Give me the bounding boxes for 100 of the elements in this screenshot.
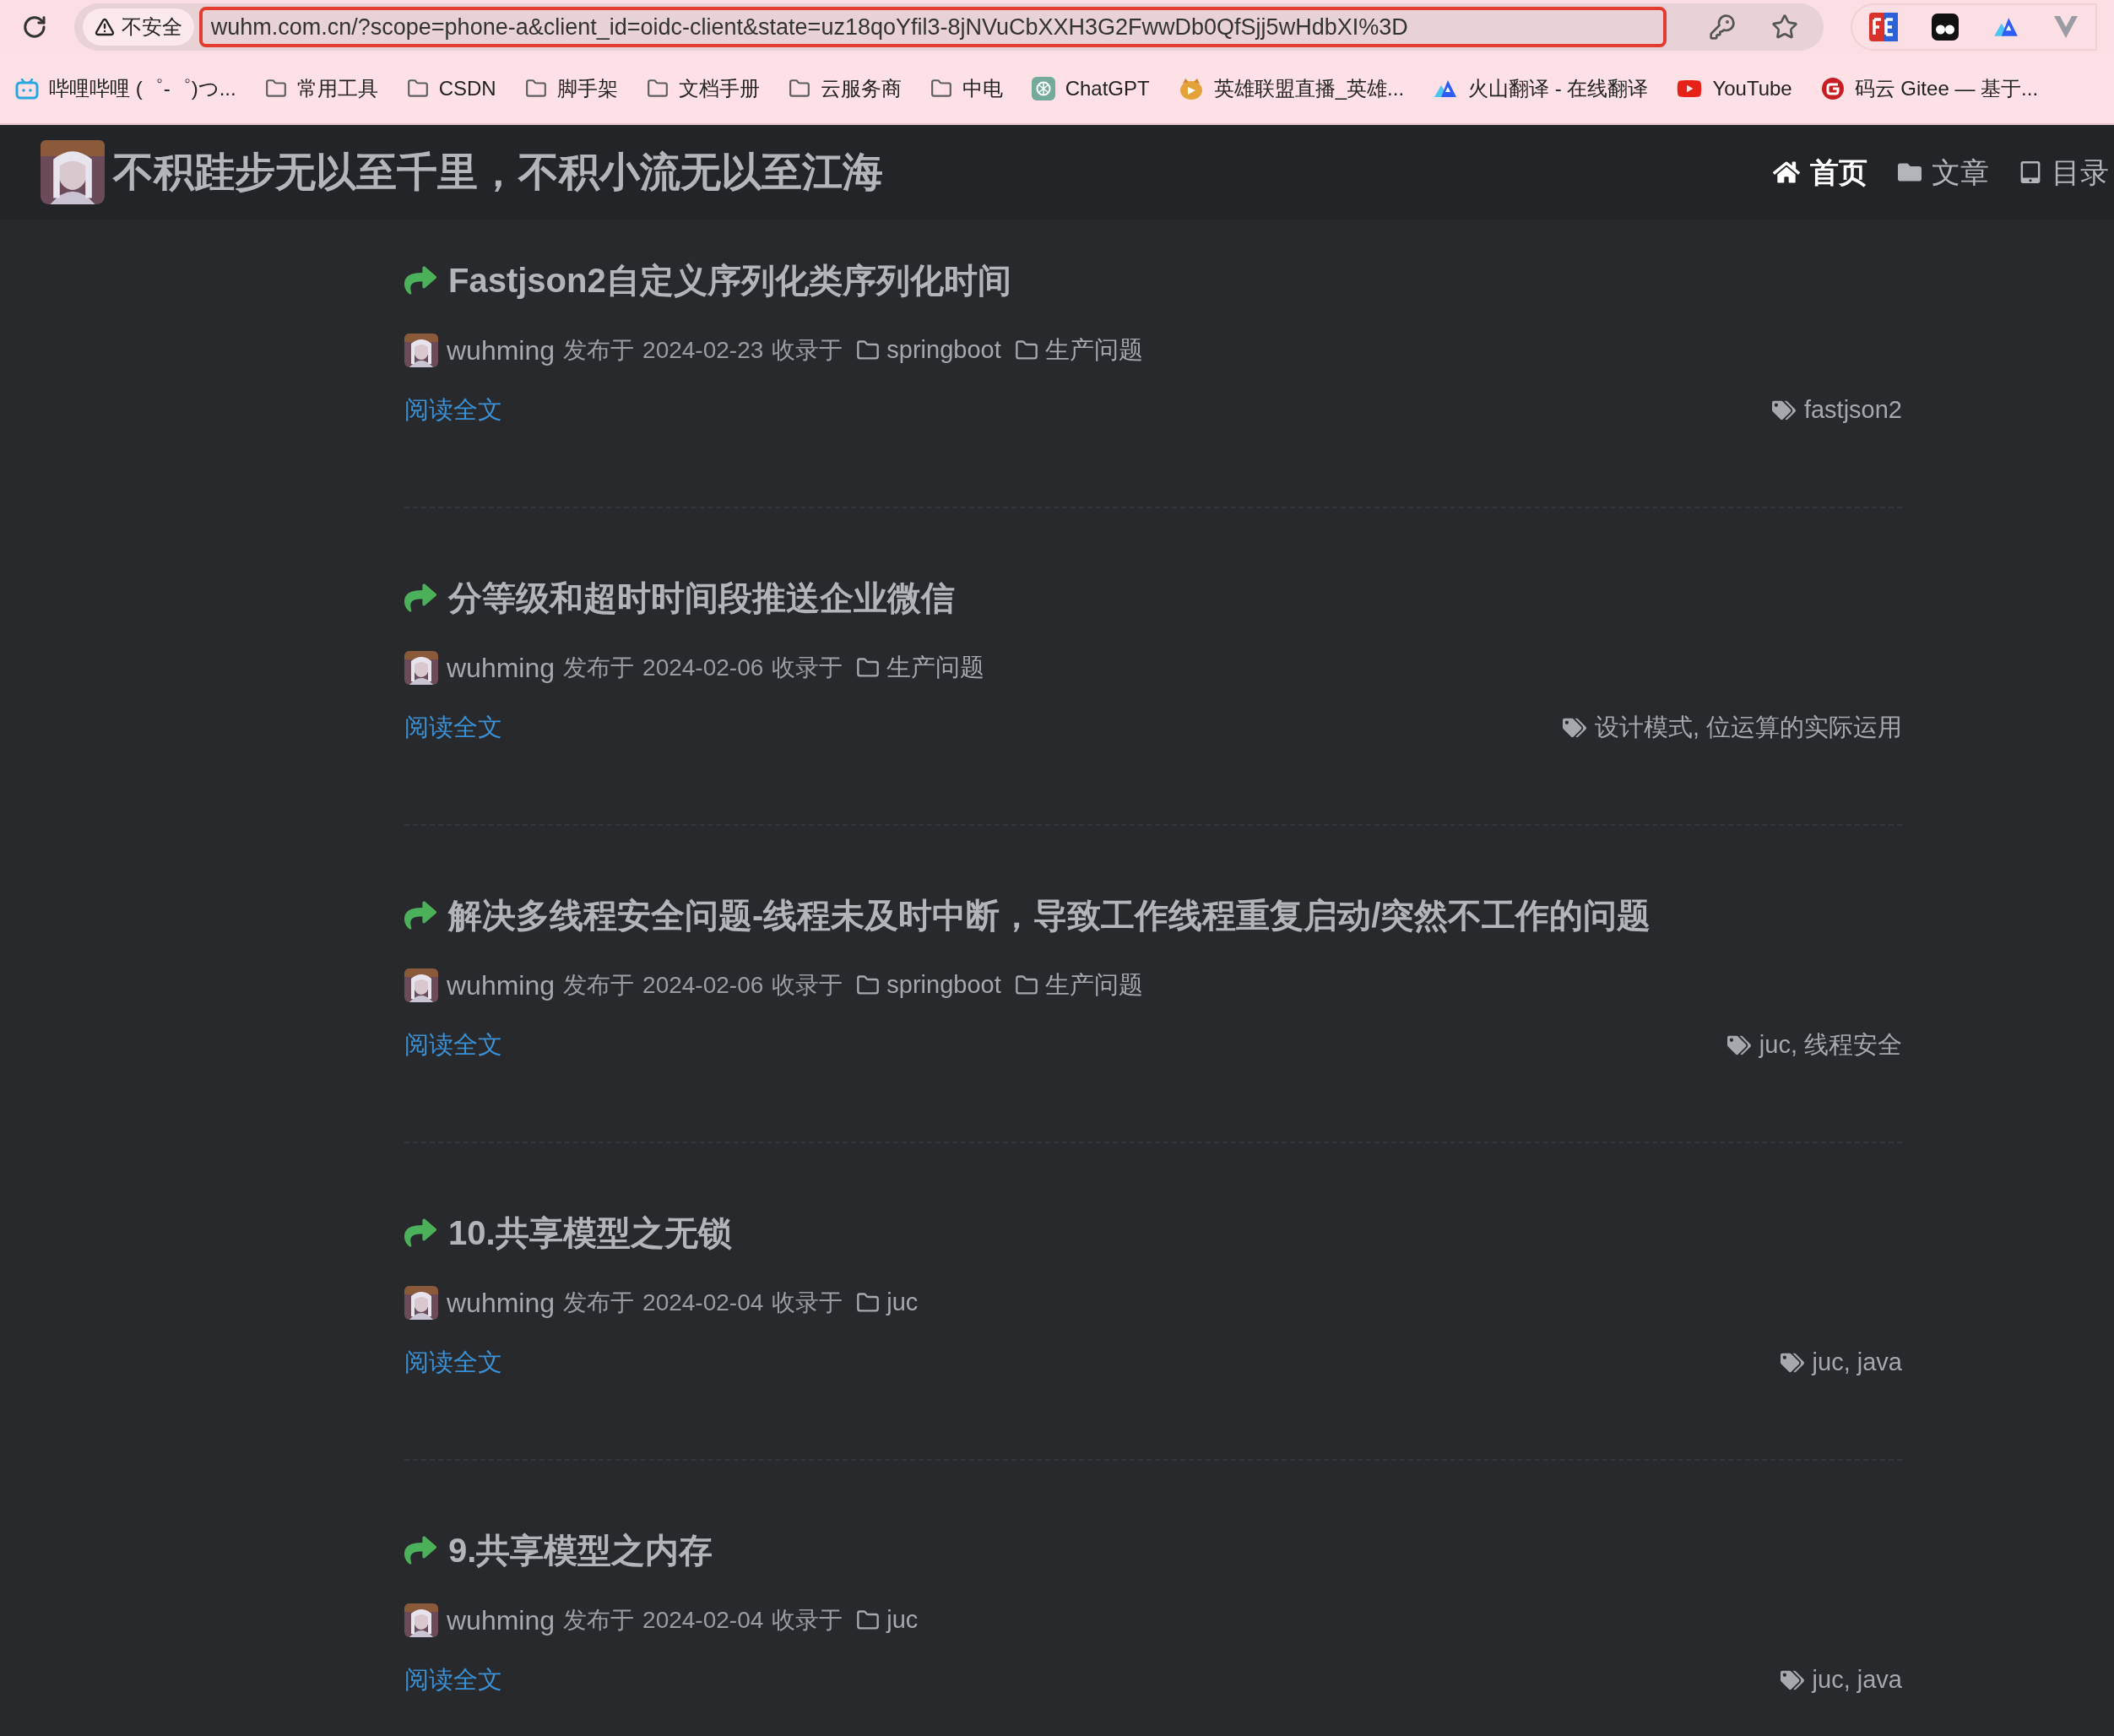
author-avatar [404,334,438,367]
site-title: 不积跬步无以至千里，不积小流无以至江海 [113,149,883,196]
bookmark[interactable]: 中电 [930,73,1003,104]
bookmark[interactable]: 文档手册 [646,73,760,104]
folder-icon [1014,974,1038,997]
filed-label: 收录于 [772,1288,843,1317]
read-more-link[interactable]: 阅读全文 [404,1344,502,1381]
nav-link[interactable]: 首页 [1773,150,1867,194]
filed-label: 收录于 [772,971,843,1000]
filed-label: 收录于 [772,1606,843,1635]
published-label: 发布于 [563,971,635,1000]
filed-label: 收录于 [772,336,843,365]
published-label: 发布于 [563,1606,635,1635]
bookmark[interactable]: 码云 Gitee — 基于... [1820,73,2039,104]
post-tags: juc, java [1812,1344,1902,1381]
nav-link[interactable]: 文章 [1898,150,1989,194]
post-title[interactable]: 分等级和超时时间段推送企业微信 [448,574,955,621]
tags-icon [1780,1351,1804,1375]
star-icon[interactable] [1771,14,1798,41]
post-title[interactable]: Fastjson2自定义序列化类序列化时间 [448,257,1011,304]
reload-icon[interactable] [22,14,47,40]
folder-icon [856,1291,881,1315]
bookmark[interactable]: 英雄联盟直播_英雄... [1178,73,1405,104]
read-more-link[interactable]: 阅读全文 [404,392,502,429]
folder-icon [856,1609,881,1632]
category-link[interactable]: springboot [886,332,1001,369]
post-tags: juc, java [1812,1662,1902,1699]
triangle-extension-icon[interactable] [1992,16,2019,38]
post-title[interactable]: 9.共享模型之内存 [448,1527,713,1574]
read-more-link[interactable]: 阅读全文 [404,709,502,746]
folder-icon [856,974,881,997]
warning-icon [94,17,115,37]
share-arrow-icon [404,899,436,931]
folder-icon [264,78,287,100]
tv-icon [15,78,39,100]
mascot-icon [1178,77,1204,100]
share-arrow-icon [404,1534,436,1566]
url-field[interactable]: wuhm.com.cn/?scope=phone-a&client_id=oidc-client&state=uz18qoYfil3-8jNVuCbXXH3G2FwwDb0QfSjj5wHdbXI%3D [198,7,1667,47]
author-name[interactable]: wuhming [447,965,556,1006]
post-date: 2024-02-23 [642,336,764,365]
author-name[interactable]: wuhming [447,330,556,371]
category-link[interactable]: 生产问题 [886,649,985,686]
bookmark[interactable]: YouTube [1677,73,1792,104]
post-tags: 设计模式, 位运算的实际运用 [1594,709,1902,746]
bookmark[interactable]: 脚手架 [524,73,618,104]
tablet-icon [2019,161,2041,183]
tags-icon [1562,716,1586,740]
key-icon[interactable] [1709,14,1736,41]
bookmark[interactable]: 哔哩哔哩 (゜-゜)つ... [15,73,236,104]
folder-icon [856,339,881,362]
bookmark[interactable]: CSDN [406,73,496,104]
post-title[interactable]: 解决多线程安全问题-线程未及时中断，导致工作线程重复启动/突然不工作的问题 [448,892,1651,939]
tags-icon [1771,399,1796,422]
author-name[interactable]: wuhming [447,1283,556,1323]
knot-icon [1031,77,1055,100]
folder-icon [524,78,547,100]
folder-icon [1014,339,1038,362]
security-chip[interactable]: 不安全 [82,8,194,46]
tags-icon [1780,1668,1804,1692]
read-more-link[interactable]: 阅读全文 [404,1027,502,1064]
fe-extension-icon[interactable] [1869,13,1898,41]
post-title[interactable]: 10.共享模型之无锁 [448,1209,732,1256]
read-more-link[interactable]: 阅读全文 [404,1662,502,1699]
bookmark[interactable]: 云服务商 [788,73,902,104]
category-link[interactable]: springboot [886,967,1001,1004]
author-avatar [404,651,438,685]
g-logo-icon [1820,77,1845,100]
tags-icon [1726,1033,1751,1057]
folder-icon [856,656,881,680]
post-date: 2024-02-04 [642,1288,764,1317]
published-label: 发布于 [563,1288,635,1317]
triangle-icon [1433,79,1459,99]
share-arrow-icon [404,1217,436,1249]
category-link[interactable]: 生产问题 [1044,967,1143,1004]
bookmark[interactable]: ChatGPT [1031,73,1150,104]
category-link[interactable]: juc [886,1602,919,1639]
bookmark[interactable]: 常用工具 [264,73,378,104]
bookmark[interactable]: 火山翻译 - 在线翻译 [1433,73,1649,104]
share-arrow-icon [404,264,436,296]
published-label: 发布于 [563,654,635,682]
folder-icon [930,78,952,100]
post-tags: juc, 线程安全 [1759,1027,1902,1064]
post-date: 2024-02-04 [642,1606,764,1635]
post-date: 2024-02-06 [642,971,764,1000]
share-arrow-icon [404,582,436,614]
nav-link[interactable]: 目录 [2019,150,2109,194]
post-tags: fastjson2 [1803,392,1902,429]
author-name[interactable]: wuhming [447,1600,556,1641]
category-link[interactable]: 生产问题 [1044,332,1143,369]
post-date: 2024-02-06 [642,654,764,682]
folder-icon [788,78,810,100]
category-link[interactable]: juc [886,1284,919,1321]
ghost-extension-icon[interactable] [1932,14,1959,41]
author-avatar [404,968,438,1002]
author-name[interactable]: wuhming [447,648,556,688]
author-avatar [404,1603,438,1637]
filed-label: 收录于 [772,654,843,682]
author-avatar [404,1286,438,1320]
folder-icon [646,78,669,100]
published-label: 发布于 [563,336,635,365]
